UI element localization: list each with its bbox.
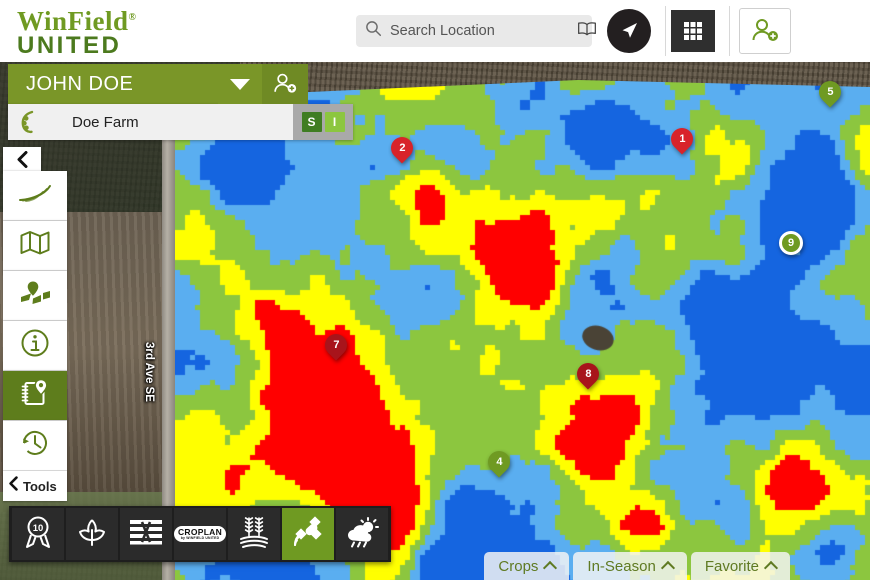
app-header: WinField® UNITED <box>0 0 870 62</box>
user-name: JOHN DOE <box>26 72 134 95</box>
marker-label: 8 <box>584 367 592 380</box>
toolbar-weather[interactable] <box>336 508 388 560</box>
sidebar-tools-button[interactable]: Tools <box>3 471 67 501</box>
farm-badges: S I <box>293 104 353 140</box>
user-farm-panel: JOHN DOE Doe Farm S I <box>8 64 353 140</box>
left-sidebar: Tools <box>3 147 67 501</box>
marker-label: 4 <box>495 455 503 468</box>
sidebar-item-scouting[interactable] <box>3 371 67 421</box>
tab-in-season[interactable]: In-Season <box>573 552 687 580</box>
sidebar-item-info[interactable] <box>3 321 67 371</box>
marker-label: 2 <box>398 141 406 154</box>
logo-line-2: UNITED <box>17 31 122 59</box>
header-divider <box>665 6 666 56</box>
marker-pin: 7 <box>320 329 352 361</box>
map-marker-9[interactable]: 9 <box>779 231 803 255</box>
chevron-left-icon[interactable] <box>3 147 41 171</box>
book-icon[interactable] <box>577 21 597 41</box>
app-grid-icon[interactable] <box>671 10 715 52</box>
signal-waves-icon <box>18 182 52 209</box>
chevron-up-icon <box>763 560 779 575</box>
marker-pin: 9 <box>779 231 803 255</box>
toolbar-crop[interactable] <box>66 508 118 560</box>
tab-crops[interactable]: Crops <box>484 552 570 580</box>
marker-label: 1 <box>678 132 686 145</box>
toolbar-field[interactable] <box>228 508 280 560</box>
map-marker-1[interactable]: 1 <box>666 123 698 158</box>
sidebar-item-map[interactable] <box>3 221 67 271</box>
satellite-icon <box>291 515 325 553</box>
croplan-logo: CROPLAN by WINFIELD UNITED <box>173 525 227 543</box>
brand-logo[interactable]: WinField® UNITED <box>0 5 300 58</box>
add-user-icon[interactable] <box>262 64 308 104</box>
info-circle-icon <box>20 328 50 363</box>
toolbar-satellite[interactable] <box>282 508 334 560</box>
map-marker-5[interactable]: 5 <box>814 76 846 111</box>
leaf-icon <box>76 516 108 553</box>
sidebar-tools-label: Tools <box>23 478 57 494</box>
farm-list-item[interactable]: Doe Farm S I <box>8 104 353 140</box>
marker-pin: 2 <box>386 132 418 164</box>
history-clock-icon <box>20 428 50 463</box>
map-marker-8[interactable]: 8 <box>572 358 604 393</box>
search-icon <box>365 20 382 42</box>
bottom-toolbar: 10 CROPLAN by WINFIELD UNITED <box>9 506 391 562</box>
status-badge-i[interactable]: I <box>324 112 345 132</box>
chevron-down-icon[interactable] <box>218 64 262 104</box>
yield-raster-overlay <box>175 80 870 580</box>
map-folded-icon <box>20 230 50 261</box>
award-badge-count: 10 <box>33 523 44 534</box>
map-marker-2[interactable]: 2 <box>386 132 418 167</box>
bottom-tab-bar: Crops In-Season Favorite <box>484 552 790 580</box>
marker-pin: 5 <box>814 76 846 108</box>
search-bar[interactable] <box>356 15 596 47</box>
toolbar-rows[interactable] <box>120 508 172 560</box>
marker-pin: 4 <box>483 446 515 478</box>
user-selector-bar[interactable]: JOHN DOE <box>8 64 308 104</box>
tab-in-season-label: In-Season <box>587 557 656 575</box>
toolbar-answer-plot[interactable]: 10 <box>12 508 64 560</box>
tab-favorite[interactable]: Favorite <box>690 552 790 580</box>
add-user-icon[interactable] <box>739 8 791 54</box>
search-input[interactable] <box>382 23 577 39</box>
marker-label: 5 <box>826 85 834 98</box>
navigation-arrow-icon[interactable] <box>607 9 651 53</box>
chevron-up-icon <box>543 560 558 575</box>
road-label: 3rd Ave SE <box>143 342 155 402</box>
soybean-pod-icon <box>8 110 50 134</box>
weather-cloud-sun-icon <box>344 516 380 553</box>
header-divider-2 <box>729 6 730 56</box>
chevron-up-icon <box>660 560 675 575</box>
map-marker-4[interactable]: 4 <box>483 446 515 481</box>
tab-crops-label: Crops <box>498 557 539 575</box>
sidebar-item-history[interactable] <box>3 421 67 471</box>
sidebar-item-signal[interactable] <box>3 171 67 221</box>
map-marker-7[interactable]: 7 <box>320 329 352 364</box>
sidebar-item-fields[interactable] <box>3 271 67 321</box>
tab-favorite-label: Favorite <box>704 557 759 575</box>
field-pin-icon <box>19 280 51 311</box>
logo-line-1: WinField® <box>17 5 137 36</box>
toolbar-croplan[interactable]: CROPLAN by WINFIELD UNITED <box>173 508 227 560</box>
chevron-left-icon <box>8 476 19 496</box>
marker-label: 9 <box>787 236 795 249</box>
marker-pin: 1 <box>666 123 698 155</box>
farm-name: Doe Farm <box>72 113 139 131</box>
marker-pin: 8 <box>572 358 604 390</box>
rows-stripes-icon <box>129 519 163 550</box>
status-badge-s[interactable]: S <box>301 112 322 132</box>
wheat-field-icon <box>238 515 270 554</box>
award-ribbon-icon: 10 <box>22 515 54 554</box>
notebook-pin-icon <box>19 377 51 414</box>
marker-label: 7 <box>332 338 340 351</box>
